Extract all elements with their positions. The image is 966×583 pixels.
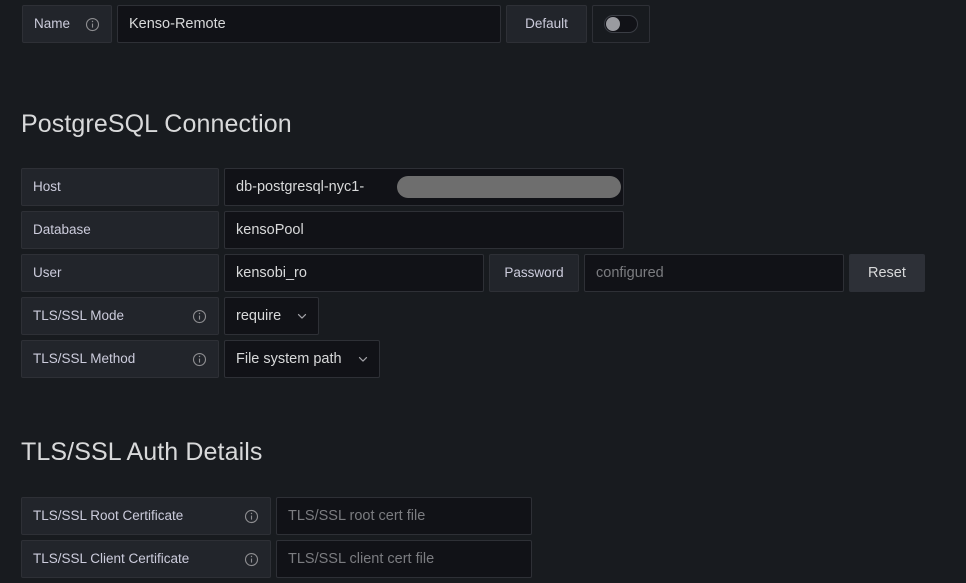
info-circle-icon — [192, 352, 207, 367]
password-input[interactable]: configured — [584, 254, 844, 292]
tls-ssl-method-value: File system path — [236, 351, 342, 367]
tls-ssl-auth-details-heading: TLS/SSL Auth Details — [21, 438, 263, 466]
tls-ssl-method-row: TLS/SSL Method File system path — [21, 340, 925, 378]
default-label: Default — [506, 5, 587, 43]
default-toggle[interactable] — [604, 15, 638, 33]
info-circle-icon — [192, 309, 207, 324]
database-row: Database kensoPool — [21, 211, 925, 249]
default-toggle-wrapper[interactable] — [592, 5, 650, 43]
password-placeholder: configured — [596, 265, 664, 281]
toggle-knob — [606, 17, 620, 31]
tls-root-certificate-row: TLS/SSL Root Certificate TLS/SSL root ce… — [21, 497, 532, 535]
tls-ssl-mode-row: TLS/SSL Mode require — [21, 297, 925, 335]
info-circle-icon — [244, 509, 259, 524]
password-label: Password — [489, 254, 579, 292]
name-label: Name — [22, 5, 112, 43]
info-circle-icon — [244, 552, 259, 567]
tls-client-certificate-input[interactable]: TLS/SSL client cert file — [276, 540, 532, 578]
name-row: Name Kenso-Remote Default — [22, 5, 650, 43]
tls-ssl-method-label: TLS/SSL Method — [21, 340, 219, 378]
user-label: User — [21, 254, 219, 292]
tls-ssl-mode-value: require — [236, 308, 282, 324]
tls-ssl-mode-select[interactable]: require — [224, 297, 320, 335]
default-label-text: Default — [525, 16, 568, 32]
host-label-text: Host — [33, 179, 61, 195]
tls-root-certificate-label: TLS/SSL Root Certificate — [21, 497, 271, 535]
name-label-text: Name — [34, 16, 71, 32]
database-label-text: Database — [33, 222, 91, 238]
name-input-value: Kenso-Remote — [129, 16, 226, 32]
info-circle-icon — [85, 17, 100, 32]
tls-client-certificate-placeholder: TLS/SSL client cert file — [288, 551, 435, 567]
chevron-down-icon[interactable] — [356, 352, 370, 366]
user-input[interactable]: kensobi_ro — [224, 254, 484, 292]
password-reset-button[interactable]: Reset — [849, 254, 925, 292]
name-input[interactable]: Kenso-Remote — [117, 5, 501, 43]
tls-ssl-mode-label: TLS/SSL Mode — [21, 297, 219, 335]
datasource-settings-page: Name Kenso-Remote Default PostgreSQL Con… — [0, 0, 966, 578]
host-input[interactable]: db-postgresql-nyc1- — [224, 168, 624, 206]
tls-root-certificate-placeholder: TLS/SSL root cert file — [288, 508, 426, 524]
user-password-row: User kensobi_ro Password configured Rese… — [21, 254, 925, 292]
password-reset-label: Reset — [868, 265, 906, 281]
database-input-value: kensoPool — [236, 222, 304, 238]
user-input-value: kensobi_ro — [236, 265, 307, 281]
host-label: Host — [21, 168, 219, 206]
tls-client-certificate-row: TLS/SSL Client Certificate TLS/SSL clien… — [21, 540, 532, 578]
host-row: Host db-postgresql-nyc1- — [21, 168, 925, 206]
chevron-down-icon[interactable] — [295, 309, 309, 323]
tls-ssl-mode-label-text: TLS/SSL Mode — [33, 308, 125, 324]
tls-root-certificate-input[interactable]: TLS/SSL root cert file — [276, 497, 532, 535]
tls-ssl-method-select[interactable]: File system path — [224, 340, 380, 378]
tls-client-certificate-label: TLS/SSL Client Certificate — [21, 540, 271, 578]
user-label-text: User — [33, 265, 62, 281]
host-redaction-overlay — [397, 176, 621, 198]
tls-root-certificate-label-text: TLS/SSL Root Certificate — [33, 508, 184, 524]
database-input[interactable]: kensoPool — [224, 211, 624, 249]
host-input-value: db-postgresql-nyc1- — [236, 179, 365, 195]
tls-client-certificate-label-text: TLS/SSL Client Certificate — [33, 551, 190, 567]
database-label: Database — [21, 211, 219, 249]
postgresql-connection-heading: PostgreSQL Connection — [21, 110, 292, 138]
tls-ssl-auth-fields: TLS/SSL Root Certificate TLS/SSL root ce… — [21, 497, 532, 583]
password-label-text: Password — [504, 265, 564, 281]
tls-ssl-method-label-text: TLS/SSL Method — [33, 351, 136, 367]
postgresql-fields: Host db-postgresql-nyc1- Database kensoP… — [21, 168, 925, 383]
